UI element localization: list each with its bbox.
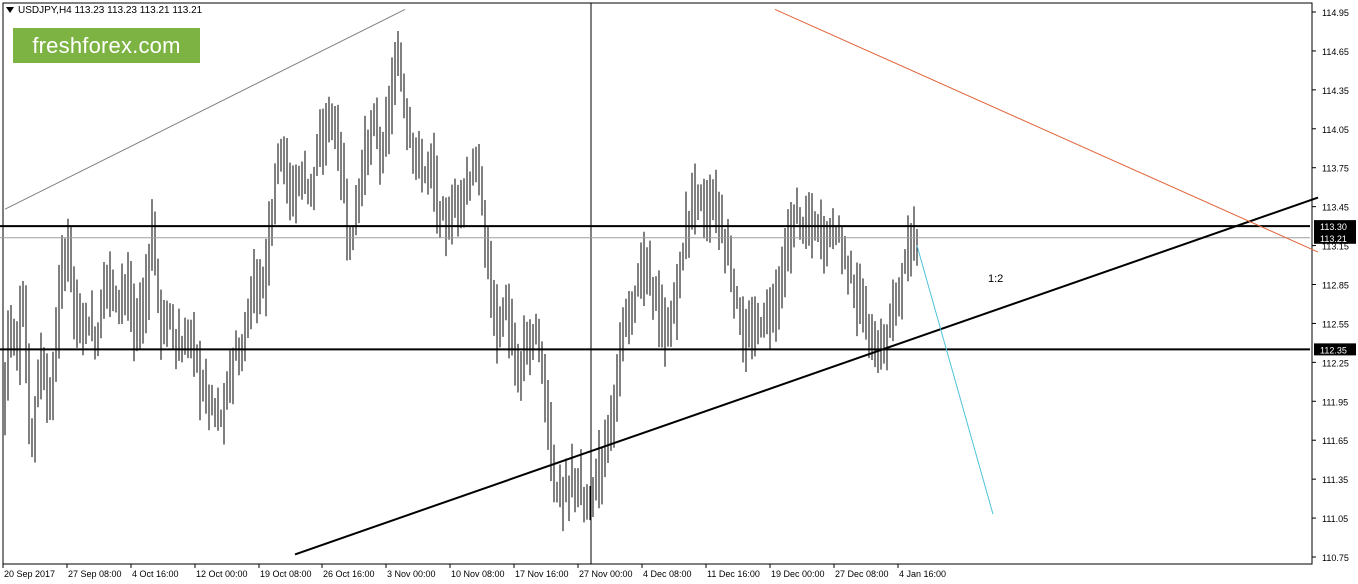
x-tick-label: 19 Oct 08:00 <box>260 569 312 579</box>
y-tick-label: 114.35 <box>1322 86 1349 96</box>
x-tick-label: 4 Dec 08:00 <box>643 569 692 579</box>
y-tick-label: 112.25 <box>1322 358 1349 368</box>
y-tick-label: 114.65 <box>1322 47 1349 57</box>
x-tick-label: 4 Jan 16:00 <box>899 569 946 579</box>
price-chart[interactable]: 114.95 114.65 114.35 114.05 113.75 113.45 113.… <box>0 0 1358 584</box>
trend-line <box>916 245 994 515</box>
chart-frame <box>2 2 1313 565</box>
y-tick-label: 112.85 <box>1322 281 1349 291</box>
y-tick-label: 114.05 <box>1322 125 1349 135</box>
y-tick-label: 113.75 <box>1322 164 1349 174</box>
price-tag-label: 112.35 <box>1320 345 1347 355</box>
trend-line <box>4 8 406 210</box>
y-tick-label: 111.65 <box>1322 436 1348 446</box>
x-tick-label: 20 Sep 2017 <box>4 569 55 579</box>
plot-border <box>2 2 1313 565</box>
y-axis: 114.95 114.65 114.35 114.05 113.75 113.45 113.… <box>1312 8 1349 563</box>
x-tick-label: 10 Nov 08:00 <box>451 569 505 579</box>
y-tick-label: 111.35 <box>1322 475 1348 485</box>
trend-line <box>774 8 1319 253</box>
x-tick-label: 19 Dec 00:00 <box>771 569 825 579</box>
price-tag-label: 113.21 <box>1320 234 1347 244</box>
x-tick-label: 27 Nov 00:00 <box>579 569 633 579</box>
x-tick-label: 27 Dec 08:00 <box>835 569 889 579</box>
x-tick-label: 26 Oct 16:00 <box>323 569 375 579</box>
price-bars <box>4 31 918 532</box>
x-tick-label: 3 Nov 00:00 <box>387 569 436 579</box>
y-tick-label: 114.95 <box>1322 8 1349 18</box>
trend-line <box>294 196 1319 556</box>
x-tick-label: 4 Oct 16:00 <box>132 569 179 579</box>
x-tick-label: 11 Dec 16:00 <box>707 569 760 579</box>
y-tick-label: 110.75 <box>1322 553 1349 563</box>
y-tick-label: 111.05 <box>1322 514 1348 524</box>
x-tick-label: 27 Sep 08:00 <box>68 569 122 579</box>
price-tag-label: 113.30 <box>1320 222 1347 232</box>
y-tick-label: 113.45 <box>1322 203 1349 213</box>
x-tick-label: 12 Oct 00:00 <box>196 569 248 579</box>
ratio-annotation: 1:2 <box>988 273 1003 285</box>
y-tick-label: 111.95 <box>1322 397 1348 407</box>
y-tick-label: 112.55 <box>1322 319 1349 329</box>
x-axis: 20 Sep 2017 27 Sep 08:00 4 Oct 16:00 12 Oct… <box>2 564 946 579</box>
x-tick-label: 17 Nov 16:00 <box>515 569 569 579</box>
